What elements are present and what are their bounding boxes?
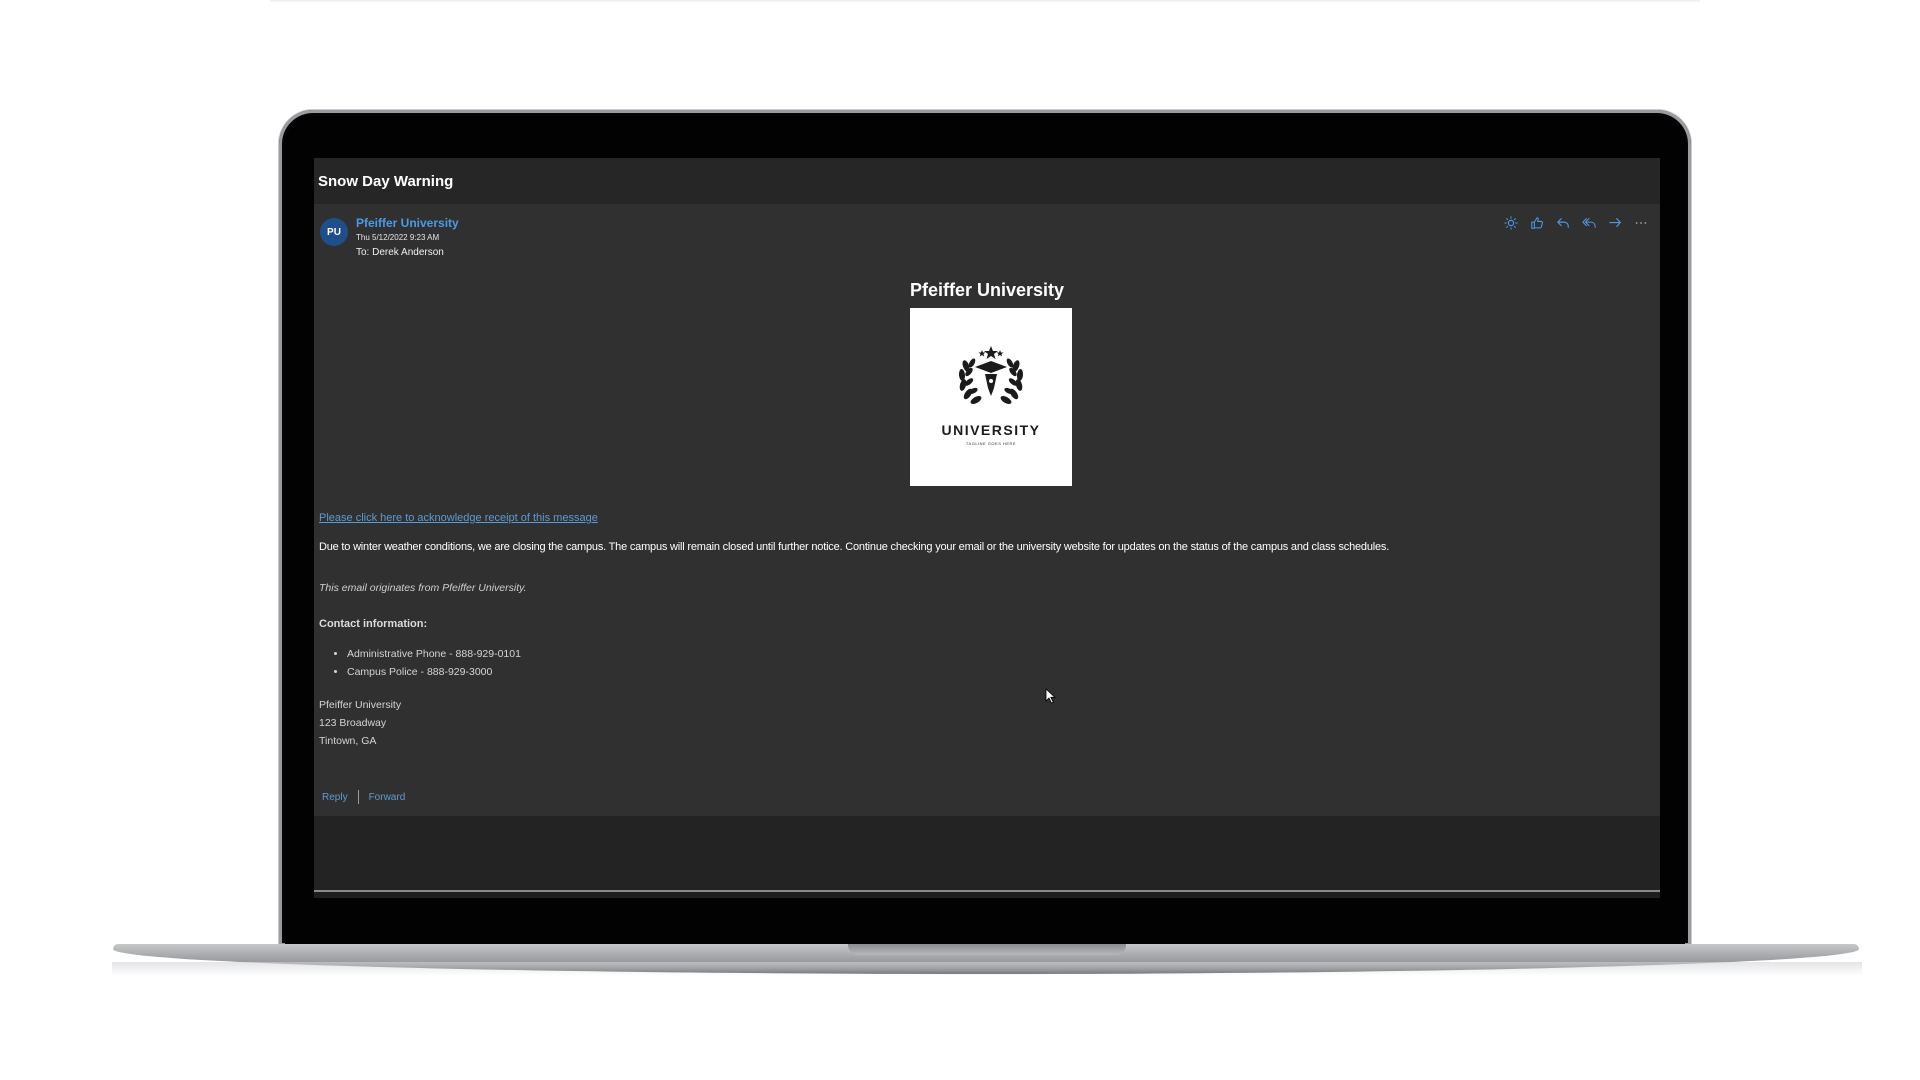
reading-pane-footer	[314, 816, 1660, 892]
like-icon[interactable]	[1528, 214, 1546, 232]
contact-heading: Contact information:	[319, 618, 428, 630]
stage: Snow Day Warning PU Pfeiffer University …	[0, 0, 1920, 1080]
university-logo: UNIVERSITY TAGLINE GOES HERE	[910, 308, 1072, 486]
logo-tagline: TAGLINE GOES HERE	[965, 441, 1017, 446]
sent-date: Thu 5/12/2022 9:23 AM	[356, 233, 440, 242]
address-line: Pfeiffer University	[319, 699, 402, 711]
reply-all-icon[interactable]	[1580, 214, 1598, 232]
laptop-hinge-notch	[848, 944, 1126, 955]
more-icon[interactable]	[1632, 214, 1650, 232]
reply-icon[interactable]	[1554, 214, 1572, 232]
email-window: Snow Day Warning PU Pfeiffer University …	[314, 158, 1660, 898]
forward-icon[interactable]	[1606, 214, 1624, 232]
address-line: 123 Broadway	[319, 717, 387, 729]
contact-item: Campus Police - 888-929-3000	[347, 663, 521, 681]
reply-forward-bar: Reply Forward	[322, 790, 405, 804]
acknowledge-link[interactable]: Please click here to acknowledge receipt…	[319, 512, 598, 524]
laptop-shadow	[112, 962, 1862, 976]
laurel-crest-icon	[958, 346, 1024, 404]
sender-name[interactable]: Pfeiffer University	[356, 216, 459, 231]
forward-button[interactable]: Forward	[369, 792, 406, 803]
sender-meta: Pfeiffer University Thu 5/12/2022 9:23 A…	[356, 216, 459, 261]
email-subject: Snow Day Warning	[318, 172, 454, 190]
address-block: Pfeiffer University 123 Broadway Tintown…	[319, 696, 401, 750]
mouse-cursor-icon	[1045, 688, 1057, 704]
origin-note: This email originates from Pfeiffer Univ…	[319, 582, 527, 594]
sender-header: PU Pfeiffer University Thu 5/12/2022 9:2…	[320, 216, 459, 261]
message-body: PU Pfeiffer University Thu 5/12/2022 9:2…	[314, 204, 1660, 816]
avatar[interactable]: PU	[320, 218, 348, 246]
organization-title: Pfeiffer University	[909, 280, 1065, 300]
recipient-line: To: Derek Anderson	[356, 247, 444, 258]
sun-icon[interactable]	[1502, 214, 1520, 232]
contact-list: Administrative Phone - 888-929-0101 Camp…	[319, 645, 521, 681]
reply-button[interactable]: Reply	[322, 792, 348, 803]
address-line: Tintown, GA	[319, 735, 377, 747]
logo-wordmark: UNIVERSITY	[941, 422, 1041, 438]
contact-item: Administrative Phone - 888-929-0101	[347, 645, 521, 663]
subject-bar: Snow Day Warning	[314, 158, 1660, 204]
message-text: Due to winter weather conditions, we are…	[319, 541, 1390, 553]
divider	[357, 790, 359, 804]
top-shadow	[270, 0, 1700, 3]
message-actions	[1502, 214, 1650, 232]
